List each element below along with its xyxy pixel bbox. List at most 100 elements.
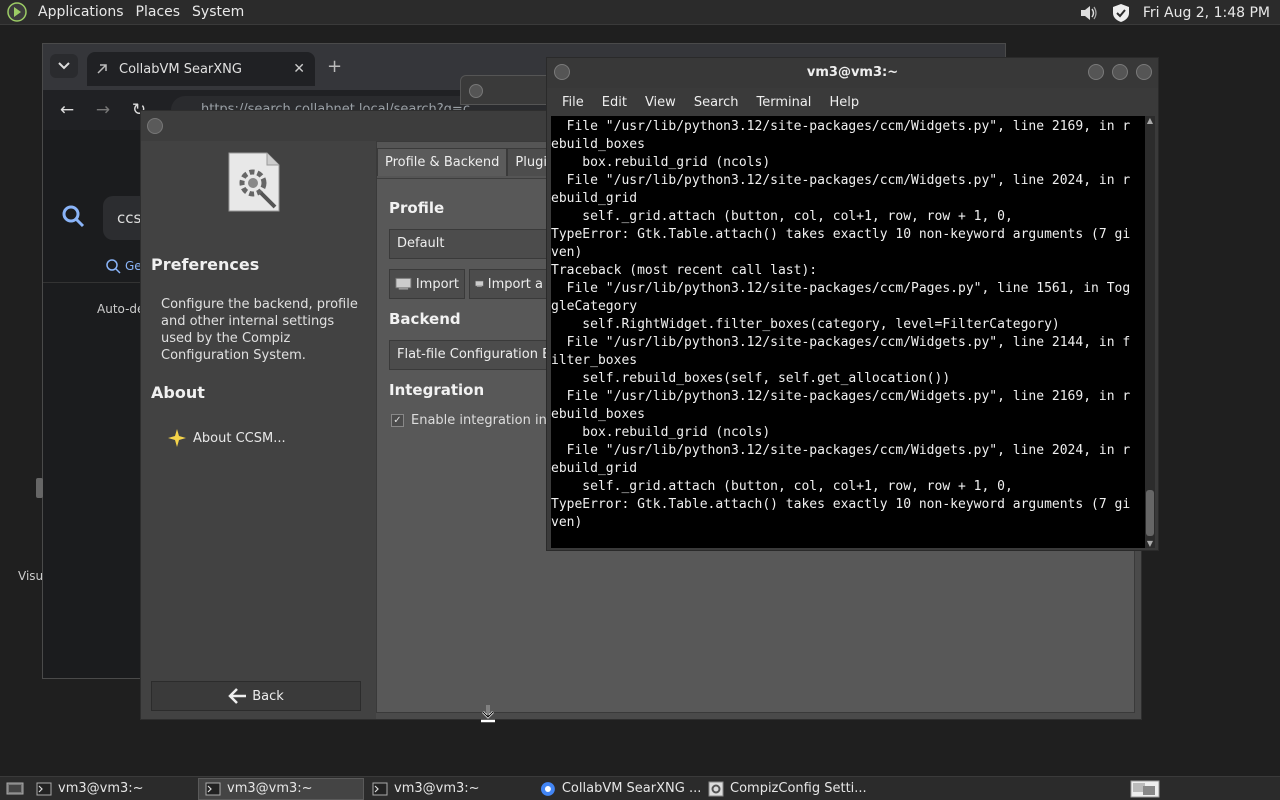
menu-system[interactable]: System xyxy=(186,4,250,20)
ccsm-icon xyxy=(708,781,724,796)
taskbar-item-label: vm3@vm3:~ xyxy=(227,781,313,796)
menu-view[interactable]: View xyxy=(636,95,685,110)
terminal-line: File "/usr/lib/python3.12/site-packages/… xyxy=(551,281,1131,296)
import-label: Import xyxy=(415,276,459,292)
taskbar-item-terminal-3[interactable]: vm3@vm3:~ xyxy=(366,778,532,800)
tab-favicon-icon xyxy=(97,64,107,74)
back-arrow-icon[interactable]: ← xyxy=(49,100,85,120)
import-as-button[interactable]: Import a xyxy=(469,269,549,299)
terminal-line: File "/usr/lib/python3.12/site-packages/… xyxy=(551,119,1131,134)
terminal-titlebar[interactable]: vm3@vm3:~ xyxy=(547,58,1158,88)
search-small-icon xyxy=(106,259,121,274)
import-as-label: Import a xyxy=(487,276,543,292)
taskbar: vm3@vm3:~ vm3@vm3:~ vm3@vm3:~ CollabVM S… xyxy=(0,776,1280,800)
terminal-line: File "/usr/lib/python3.12/site-packages/… xyxy=(551,443,1131,458)
top-panel: Applications Places System Fri Aug 2, 1:… xyxy=(0,0,1280,25)
terminal-menubar: File Edit View Search Terminal Help xyxy=(547,88,1158,116)
terminal-line: self.RightWidget.filter_boxes(category, … xyxy=(551,317,1060,332)
terminal-line: self.rebuild_boxes(self, self.get_alloca… xyxy=(551,371,951,386)
search-icon[interactable] xyxy=(61,204,85,228)
tab-profile-backend[interactable]: Profile & Backend xyxy=(377,148,508,176)
menu-places[interactable]: Places xyxy=(130,4,187,20)
terminal-line: gleCategory xyxy=(551,299,638,314)
volume-icon[interactable] xyxy=(1078,2,1100,24)
scrollbar-thumb[interactable] xyxy=(1146,490,1154,536)
back-label: Back xyxy=(252,688,284,704)
terminal-line: Traceback (most recent call last): xyxy=(551,263,818,278)
menu-file[interactable]: File xyxy=(553,95,593,110)
terminal-line: ilter_boxes xyxy=(551,353,638,368)
close-icon[interactable] xyxy=(1136,64,1152,80)
terminal-line: ven) xyxy=(551,515,583,530)
terminal-line: ebuild_boxes xyxy=(551,137,645,152)
terminal-line: ebuild_grid xyxy=(551,191,638,206)
terminal-line: ebuild_grid xyxy=(551,461,638,476)
backend-combo[interactable]: Flat-file Configuration Ba xyxy=(389,340,559,370)
scroll-up-icon[interactable]: ▲ xyxy=(1145,116,1155,125)
show-desktop-icon[interactable] xyxy=(0,778,30,800)
integration-heading: Integration xyxy=(389,381,485,399)
terminal-scrollbar[interactable]: ▲ ▼ xyxy=(1145,116,1155,548)
taskbar-item-terminal-2[interactable]: vm3@vm3:~ xyxy=(198,777,364,800)
tab-search-button[interactable] xyxy=(50,54,78,78)
terminal-line: self._grid.attach (button, col, col+1, r… xyxy=(551,209,1013,224)
taskbar-item-terminal-1[interactable]: vm3@vm3:~ xyxy=(30,778,196,800)
terminal-icon xyxy=(205,782,221,795)
terminal-screen[interactable]: File "/usr/lib/python3.12/site-packages/… xyxy=(551,116,1145,548)
preferences-description: Configure the backend, profile and other… xyxy=(161,297,358,363)
scroll-down-icon[interactable]: ▼ xyxy=(1145,539,1155,548)
shield-icon[interactable] xyxy=(1110,2,1132,24)
forward-arrow-icon[interactable]: → xyxy=(85,100,121,120)
import-as-icon xyxy=(475,280,484,287)
back-arrow-icon xyxy=(228,688,247,704)
taskbar-item-label: vm3@vm3:~ xyxy=(394,781,480,796)
tab-general[interactable]: Ge xyxy=(105,258,142,274)
sparkle-icon xyxy=(168,429,186,447)
preferences-title: Preferences xyxy=(151,255,260,274)
window-button-icon[interactable] xyxy=(469,84,483,98)
menu-applications[interactable]: Applications xyxy=(32,4,130,20)
terminal-window: vm3@vm3:~ File Edit View Search Terminal… xyxy=(546,57,1159,551)
workspace-switcher[interactable] xyxy=(1128,778,1162,800)
about-ccsm-button[interactable]: About CCSM... xyxy=(167,428,286,448)
browser-tab[interactable]: CollabVM SearXNG ✕ xyxy=(87,52,315,86)
taskbar-item-ccsm[interactable]: CompizConfig Setti... xyxy=(702,778,868,800)
clock[interactable]: Fri Aug 2, 1:48 PM xyxy=(1137,5,1280,21)
maximize-icon[interactable] xyxy=(1112,64,1128,80)
taskbar-item-label: CompizConfig Setti... xyxy=(730,781,867,796)
integration-checkbox[interactable]: ✓ Enable integration into xyxy=(391,413,560,428)
integration-label: Enable integration into xyxy=(411,413,560,428)
terminal-line: ven) xyxy=(551,245,583,260)
taskbar-item-browser[interactable]: CollabVM SearXNG ... xyxy=(534,778,700,800)
checkbox-icon: ✓ xyxy=(391,414,404,427)
download-cursor-icon xyxy=(481,705,495,723)
menu-edit[interactable]: Edit xyxy=(593,95,636,110)
terminal-line: self._grid.attach (button, col, col+1, r… xyxy=(551,479,1013,494)
profile-heading: Profile xyxy=(389,199,445,217)
menu-search[interactable]: Search xyxy=(685,95,748,110)
close-tab-icon[interactable]: ✕ xyxy=(293,61,305,77)
menu-logo-icon[interactable] xyxy=(6,1,28,23)
terminal-line: ebuild_boxes xyxy=(551,407,645,422)
workspace-icon xyxy=(1130,780,1160,798)
backend-heading: Backend xyxy=(389,310,461,328)
import-icon xyxy=(395,277,412,290)
menu-terminal[interactable]: Terminal xyxy=(747,95,820,110)
profile-combo[interactable]: Default xyxy=(389,229,559,259)
import-button[interactable]: Import xyxy=(389,269,465,299)
new-tab-icon[interactable]: + xyxy=(327,56,342,77)
window-menu-icon[interactable] xyxy=(147,118,163,134)
terminal-line: TypeError: Gtk.Table.attach() takes exac… xyxy=(551,227,1131,242)
terminal-line: TypeError: Gtk.Table.attach() takes exac… xyxy=(551,497,1131,512)
autodetect-text: Auto-de xyxy=(97,302,145,316)
terminal-line: box.rebuild_grid (ncols) xyxy=(551,425,771,440)
menu-help[interactable]: Help xyxy=(820,95,868,110)
minimize-icon[interactable] xyxy=(1088,64,1104,80)
back-button[interactable]: Back xyxy=(151,681,361,711)
terminal-icon xyxy=(372,782,388,795)
terminal-line: File "/usr/lib/python3.12/site-packages/… xyxy=(551,173,1131,188)
terminal-line: File "/usr/lib/python3.12/site-packages/… xyxy=(551,335,1131,350)
side-handle[interactable] xyxy=(36,478,43,498)
terminal-line: box.rebuild_grid (ncols) xyxy=(551,155,771,170)
system-tray: Fri Aug 2, 1:48 PM xyxy=(1073,0,1280,25)
